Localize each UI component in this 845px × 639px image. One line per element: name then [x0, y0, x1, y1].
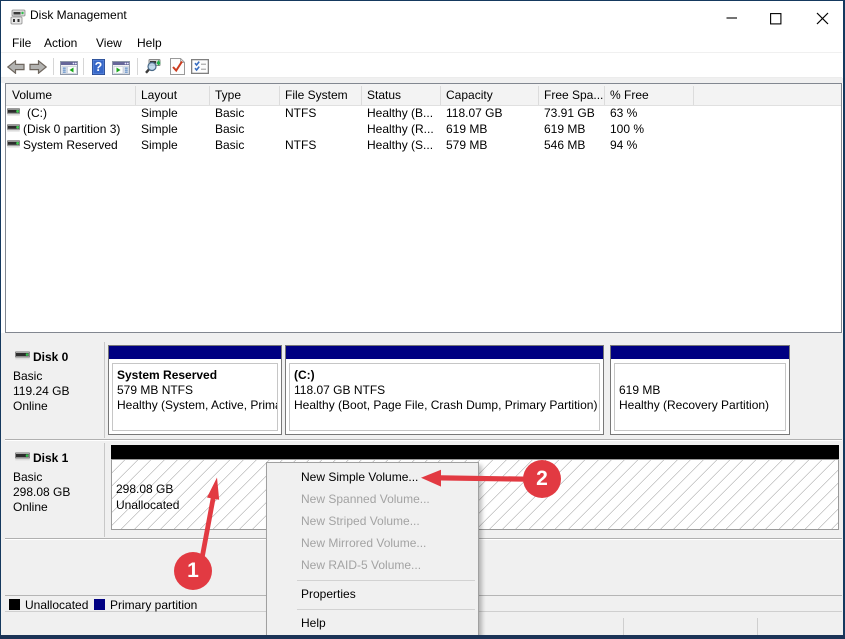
- svg-text:?: ?: [95, 60, 103, 74]
